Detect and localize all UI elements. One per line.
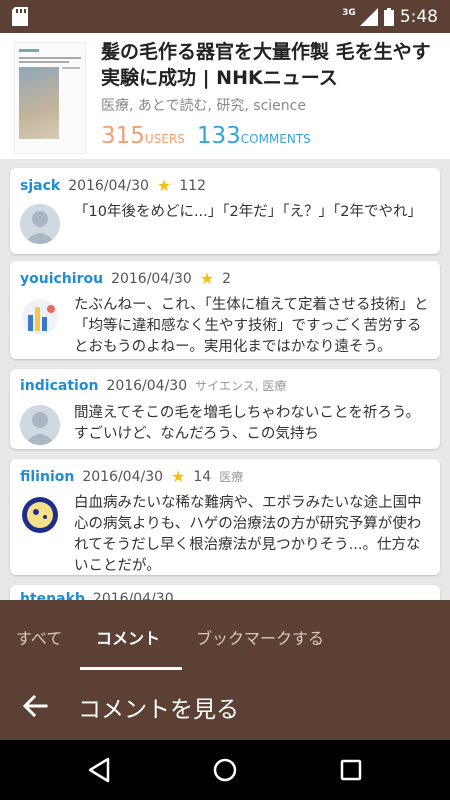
comment-user[interactable]: youichirou [20,271,103,287]
star-count: 14 [193,468,212,485]
tab-all[interactable]: すべて [16,625,62,649]
comment-date: 2016/04/30 [106,377,188,394]
signal-icon [359,7,378,26]
comment-date: 2016/04/30 [68,177,149,194]
star-icon: ★ [156,176,172,195]
comment-tags: 医療 [219,470,244,484]
avatar[interactable] [20,204,60,244]
system-navigation-bar [0,740,450,800]
article-counts: 315USERS 133COMMENTS [101,123,311,149]
article-header[interactable]: 髪の毛作る器官を大量作製 毛を生やす実験に成功 | NHKニュース 医療, あと… [0,33,450,159]
comment-meta: youichirou 2016/04/30 ★ 2 [20,269,231,288]
comment-user[interactable]: indication [20,378,98,394]
tab-bookmark[interactable]: ブックマークする [196,625,324,649]
star-count: 112 [179,177,206,194]
back-arrow-icon[interactable] [20,691,50,721]
comment-date: 2016/04/30 [82,468,164,485]
comment-card[interactable]: htenakb 2016/04/30 [10,585,440,600]
status-bar: 3G 5:48 [0,0,450,33]
avatar[interactable] [20,405,60,445]
comment-meta: htenakb 2016/04/30 [20,591,174,600]
comment-card[interactable]: indication 2016/04/30 サイエンス, 医療 間違えてそこの毛… [10,369,440,449]
comment-list[interactable]: sjack 2016/04/30 ★ 112 「10年後をめどに...」「2年だ… [0,159,450,600]
star-icon: ★ [171,467,186,486]
comment-meta: filinion 2016/04/30 ★ 14 医療 [20,467,243,486]
clock: 5:48 [399,6,438,27]
users-label: USERS [144,132,185,146]
comment-date: 2016/04/30 [92,591,174,600]
comment-card[interactable]: filinion 2016/04/30 ★ 14 医療 白血病みたいな稀な難病や… [10,459,440,575]
comment-text: 「10年後をめどに...」「2年だ」「え？」「2年でやれ」 [74,204,422,220]
avatar[interactable] [20,297,60,337]
comment-card[interactable]: sjack 2016/04/30 ★ 112 「10年後をめどに...」「2年だ… [10,168,440,254]
comment-text: 間違えてそこの毛を増毛しちゃわないことを祈ろう。すごいけど、なんだろう、この気持… [74,405,420,442]
star-count: 2 [222,270,232,287]
battery-icon [383,7,394,26]
tab-indicator [80,667,182,670]
comment-meta: sjack 2016/04/30 ★ 112 [20,176,206,195]
comment-card[interactable]: youichirou 2016/04/30 ★ 2 たぶんねー、これ、「生体に植… [10,261,440,359]
comment-text: たぶんねー、これ、「生体に植えて定着させる技術」と「均等に違和感なく生やす技術」… [74,297,429,355]
users-count-group: 315USERS [101,123,185,149]
comment-text: 白血病みたいな稀な難病や、エボラみたいな途上国中心の病気よりも、ハゲの治療法の方… [74,495,422,574]
network-type: 3G [342,7,356,18]
comments-count-group: 133COMMENTS [197,123,311,149]
sd-card-icon [12,7,28,26]
comment-user[interactable]: filinion [20,469,74,485]
tab-comment[interactable]: コメント [96,625,160,649]
users-count: 315 [101,123,145,149]
comment-tags: サイエンス, 医療 [195,379,287,393]
see-comments-label[interactable]: コメントを見る [78,690,239,724]
article-tags: 医療, あとで読む, 研究, science [101,98,306,114]
article-title[interactable]: 髪の毛作る器官を大量作製 毛を生やす実験に成功 | NHKニュース [101,39,441,91]
comment-user[interactable]: sjack [20,178,60,194]
bottom-panel: すべて コメント ブックマークする コメントを見る [0,600,450,740]
nav-back-icon[interactable] [86,756,112,784]
avatar[interactable] [20,495,60,535]
comment-user[interactable]: htenakb [20,591,85,600]
comments-label: COMMENTS [240,132,311,146]
article-thumbnail [14,42,86,154]
comment-date: 2016/04/30 [111,270,192,287]
nav-home-icon[interactable] [212,756,238,784]
comment-meta: indication 2016/04/30 サイエンス, 医療 [20,377,286,394]
comments-count: 133 [196,123,241,149]
star-icon: ★ [199,269,215,288]
nav-recents-icon[interactable] [338,756,364,784]
